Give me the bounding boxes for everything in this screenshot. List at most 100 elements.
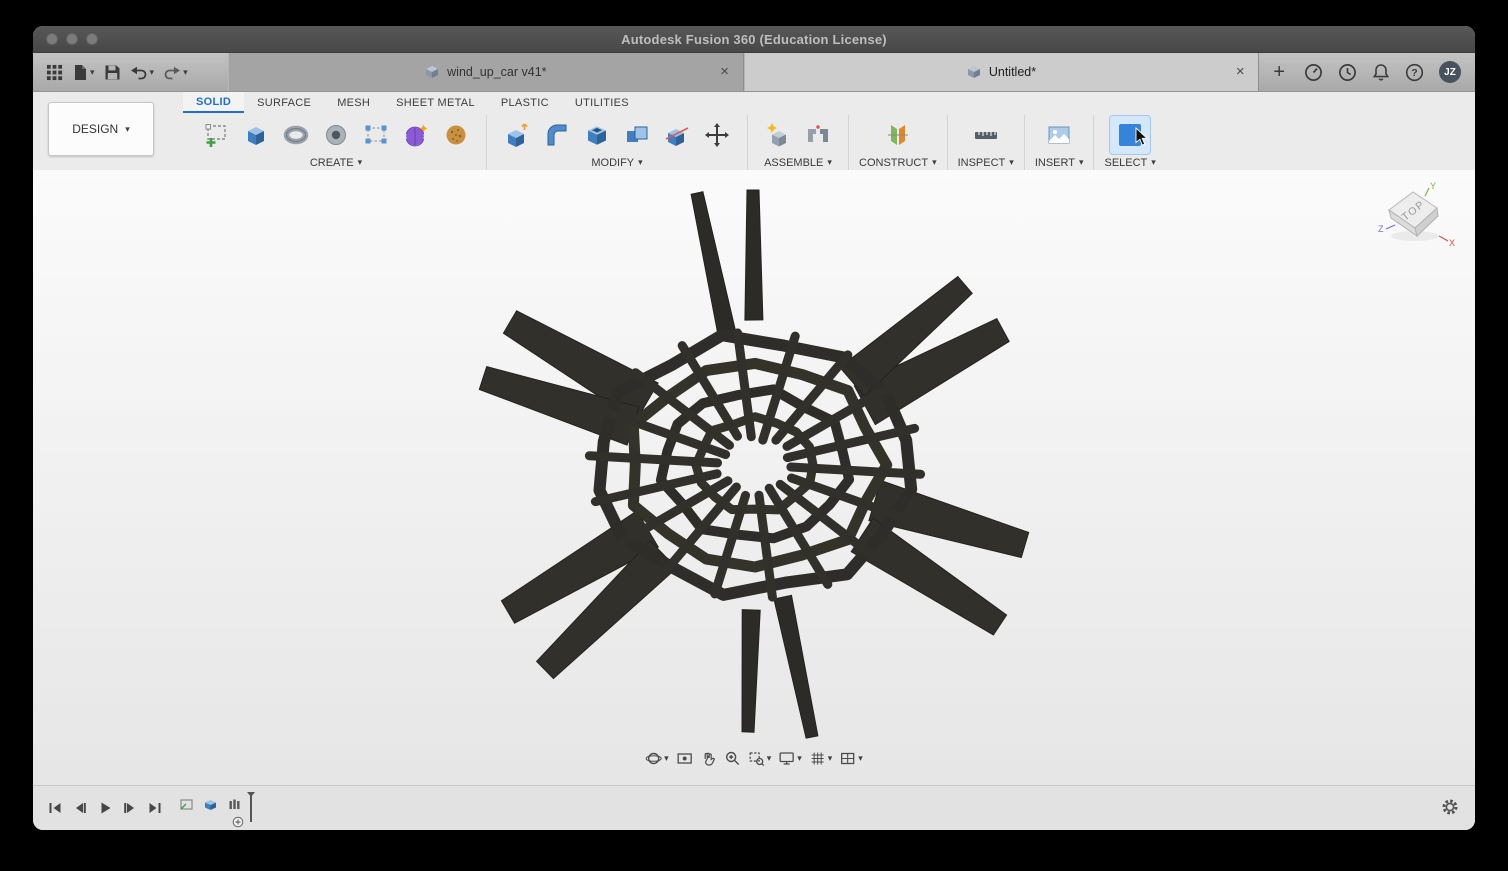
close-window-button[interactable] xyxy=(46,33,58,45)
main-toolbar: ▾ ▾ ▾ xyxy=(33,53,1475,92)
group-divider xyxy=(947,115,948,171)
revolve-button[interactable] xyxy=(276,116,316,154)
document-tab-wind-up-car[interactable]: wind_up_car v41* × xyxy=(228,53,744,91)
hole-button[interactable] xyxy=(316,116,356,154)
go-to-end-button[interactable] xyxy=(147,800,163,816)
account-avatar[interactable]: JZ xyxy=(1439,61,1461,83)
caret-down-icon: ▾ xyxy=(767,754,772,763)
timeline-group-feature[interactable] xyxy=(227,797,242,812)
create-sketch-button[interactable] xyxy=(196,116,236,154)
measure-button[interactable] xyxy=(966,116,1006,154)
move-icon xyxy=(703,121,731,149)
notifications-bell-icon[interactable] xyxy=(1372,63,1390,82)
joint-button[interactable] xyxy=(798,116,838,154)
help-icon[interactable]: ? xyxy=(1405,63,1424,82)
caret-down-icon: ▾ xyxy=(858,754,863,763)
texture-icon xyxy=(442,121,470,149)
save-button[interactable] xyxy=(104,64,121,81)
tab-solid[interactable]: SOLID xyxy=(183,92,244,113)
create-sketch-icon xyxy=(202,121,230,149)
timeline-playback-controls xyxy=(33,800,163,816)
timeline-zoom-marker[interactable] xyxy=(232,816,244,828)
header-right: + ? JZ xyxy=(1259,53,1475,91)
document-tab-untitled[interactable]: Untitled* × xyxy=(744,53,1260,91)
move-button[interactable] xyxy=(697,116,737,154)
insert-group-dropdown[interactable]: INSERT ▾ xyxy=(1035,155,1084,170)
timeline-sketch-feature[interactable] xyxy=(179,797,194,812)
tab-plastic[interactable]: PLASTIC xyxy=(488,92,562,113)
timeline-bar xyxy=(33,785,1475,830)
select-group-dropdown[interactable]: SELECT ▾ xyxy=(1104,155,1155,170)
hole-icon xyxy=(322,121,350,149)
viewcube[interactable]: TOP Y Z X xyxy=(1375,180,1459,256)
workspace-label: DESIGN xyxy=(72,122,118,136)
fillet-button[interactable] xyxy=(537,116,577,154)
recent-clock-icon[interactable] xyxy=(1338,63,1357,82)
press-pull-button[interactable] xyxy=(497,116,537,154)
select-button[interactable] xyxy=(1110,116,1150,154)
undo-button[interactable]: ▾ xyxy=(130,64,155,80)
tab-sheet-metal[interactable]: SHEET METAL xyxy=(383,92,488,113)
timeline-playhead[interactable] xyxy=(247,792,255,822)
construct-plane-button[interactable] xyxy=(878,116,918,154)
shell-icon xyxy=(583,121,611,149)
ribbon-groups: CREATE ▾ xyxy=(191,113,1471,172)
pattern-button[interactable] xyxy=(356,116,396,154)
caret-down-icon: ▾ xyxy=(125,125,130,134)
split-body-icon xyxy=(663,121,691,149)
titlebar[interactable]: Autodesk Fusion 360 (Education License) xyxy=(33,26,1475,53)
close-tab-icon[interactable]: × xyxy=(717,64,733,80)
viewports-button[interactable]: ▾ xyxy=(839,750,863,767)
timeline-settings-gear-icon[interactable] xyxy=(1441,798,1459,816)
caret-down-icon: ▾ xyxy=(797,754,802,763)
zoom-window-button[interactable] xyxy=(86,33,98,45)
create-group-dropdown[interactable]: CREATE ▾ xyxy=(310,155,362,170)
tab-mesh[interactable]: MESH xyxy=(324,92,383,113)
tab-surface[interactable]: SURFACE xyxy=(244,92,324,113)
grid-settings-icon xyxy=(809,750,826,767)
3d-model-spider-wheel[interactable] xyxy=(33,170,1475,785)
combine-button[interactable] xyxy=(617,116,657,154)
insert-image-icon xyxy=(1045,121,1073,149)
look-at-button[interactable] xyxy=(676,750,693,767)
tab-utilities[interactable]: UTILITIES xyxy=(562,92,642,113)
app-grid-button[interactable] xyxy=(46,64,63,81)
play-button[interactable] xyxy=(97,800,113,816)
modify-group-dropdown[interactable]: MODIFY ▾ xyxy=(591,155,642,170)
inspect-group-dropdown[interactable]: INSPECT ▾ xyxy=(958,155,1014,170)
window-controls xyxy=(46,33,98,45)
viewport[interactable]: TOP Y Z X ▾ xyxy=(33,170,1475,785)
workspace-selector[interactable]: DESIGN ▾ xyxy=(48,102,154,156)
caret-down-icon: ▾ xyxy=(638,158,643,167)
pan-button[interactable] xyxy=(700,750,717,767)
orbit-button[interactable]: ▾ xyxy=(645,750,669,767)
insert-button[interactable] xyxy=(1039,116,1079,154)
extrude-button[interactable] xyxy=(236,116,276,154)
caret-down-icon: ▾ xyxy=(664,754,669,763)
job-status-icon[interactable] xyxy=(1304,63,1323,82)
display-settings-button[interactable]: ▾ xyxy=(778,750,802,767)
question-glyph: ? xyxy=(1411,67,1417,79)
create-form-button[interactable] xyxy=(396,116,436,154)
step-forward-button[interactable] xyxy=(122,800,138,816)
zoom-button[interactable] xyxy=(724,750,741,767)
texture-button[interactable] xyxy=(436,116,476,154)
construct-group-dropdown[interactable]: CONSTRUCT ▾ xyxy=(859,155,937,170)
step-back-button[interactable] xyxy=(72,800,88,816)
timeline-extrude-feature[interactable] xyxy=(203,797,218,812)
redo-button[interactable]: ▾ xyxy=(163,64,188,80)
minimize-window-button[interactable] xyxy=(66,33,78,45)
new-component-button[interactable] xyxy=(758,116,798,154)
fit-button[interactable]: ▾ xyxy=(748,750,772,767)
close-tab-icon[interactable]: × xyxy=(1232,64,1248,80)
go-to-start-button[interactable] xyxy=(47,800,63,816)
group-select: SELECT ▾ xyxy=(1099,115,1160,170)
grid-settings-button[interactable]: ▾ xyxy=(809,750,833,767)
look-at-icon xyxy=(676,750,693,767)
assemble-group-dropdown[interactable]: ASSEMBLE ▾ xyxy=(764,155,832,170)
shell-button[interactable] xyxy=(577,116,617,154)
new-file-button[interactable]: ▾ xyxy=(72,64,95,81)
new-document-tab-button[interactable]: + xyxy=(1269,62,1289,82)
construct-plane-icon xyxy=(884,121,912,149)
split-body-button[interactable] xyxy=(657,116,697,154)
